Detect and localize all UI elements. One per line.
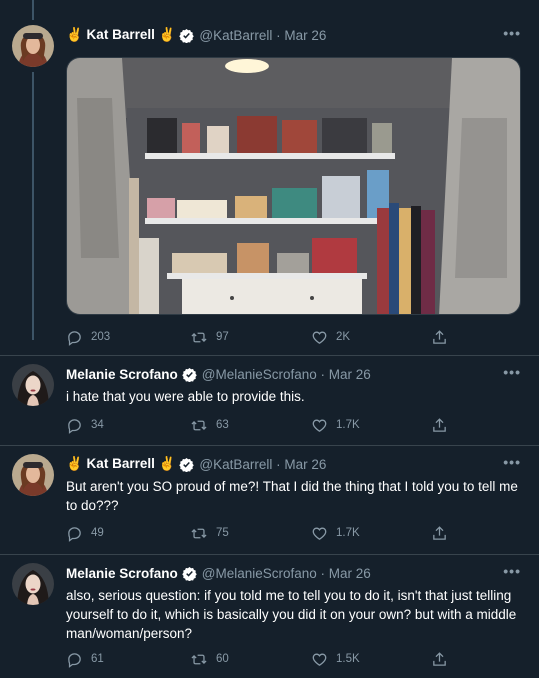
more-options-icon[interactable]: ••• [503, 454, 521, 470]
verified-badge-icon [182, 367, 197, 382]
tweet-actions: 49 75 1.7K [66, 524, 456, 542]
share-icon [433, 329, 446, 344]
share-icon [433, 417, 446, 432]
reply-button[interactable]: 49 [66, 524, 104, 542]
tweet-text: i hate that you were able to provide thi… [66, 389, 305, 404]
reply-icon [68, 652, 81, 668]
avatar[interactable] [12, 364, 54, 406]
avatar[interactable] [12, 25, 54, 67]
closet-photo [67, 58, 520, 314]
reply-icon [68, 330, 81, 346]
tweet-actions: 61 60 1.5K [66, 650, 456, 668]
retweet-icon [191, 654, 207, 664]
like-count: 2K [336, 331, 351, 343]
retweet-count: 75 [216, 527, 229, 539]
retweet-button[interactable]: 97 [190, 328, 229, 346]
reply-count: 49 [91, 527, 104, 539]
handle-and-date[interactable]: @MelanieScrofano · Mar 26 [202, 367, 371, 382]
heart-icon [312, 527, 327, 540]
heart-icon [312, 653, 327, 666]
share-button[interactable] [431, 650, 456, 668]
tweet[interactable]: ✌️ Kat Barrell ✌️ @KatBarrell · Mar 26 •… [0, 0, 539, 355]
display-name[interactable]: ✌️ Kat Barrell ✌️ [66, 27, 175, 43]
tweet-header: Melanie Scrofano @MelanieScrofano · Mar … [66, 364, 521, 384]
reply-count: 203 [91, 331, 111, 343]
reply-button[interactable]: 61 [66, 650, 104, 668]
like-count: 1.7K [336, 419, 360, 431]
handle-and-date[interactable]: @KatBarrell · Mar 26 [199, 28, 326, 43]
reply-icon [68, 526, 81, 542]
like-button[interactable]: 1.5K [311, 650, 360, 668]
avatar[interactable] [12, 563, 54, 605]
display-name[interactable]: ✌️ Kat Barrell ✌️ [66, 456, 175, 472]
handle-and-date[interactable]: @KatBarrell · Mar 26 [199, 457, 326, 472]
share-button[interactable] [431, 416, 456, 434]
heart-icon [312, 331, 327, 344]
retweet-button[interactable]: 63 [190, 416, 229, 434]
like-button[interactable]: 1.7K [311, 416, 360, 434]
like-count: 1.5K [336, 653, 360, 665]
reply-count: 61 [91, 653, 104, 665]
retweet-button[interactable]: 75 [190, 524, 229, 542]
retweet-count: 60 [216, 653, 229, 665]
tweet-text: also, serious question: if you told me t… [66, 588, 517, 641]
display-name[interactable]: Melanie Scrofano [66, 367, 178, 382]
retweet-count: 63 [216, 419, 229, 431]
handle-and-date[interactable]: @MelanieScrofano · Mar 26 [202, 566, 371, 581]
more-options-icon[interactable]: ••• [503, 364, 521, 380]
reply-icon [68, 418, 81, 434]
tweet-actions: 203 97 2K [66, 328, 456, 346]
tweet-media-image[interactable] [66, 57, 521, 315]
retweet-icon [191, 420, 207, 430]
tweet-header: ✌️ Kat Barrell ✌️ @KatBarrell · Mar 26 •… [66, 25, 521, 45]
tweet-text: But aren't you SO proud of me?! That I d… [66, 479, 518, 513]
verified-badge-icon [179, 457, 195, 472]
like-count: 1.7K [336, 527, 360, 539]
like-button[interactable]: 2K [311, 328, 350, 346]
tweet-header: ✌️ Kat Barrell ✌️ @KatBarrell · Mar 26 •… [66, 454, 521, 474]
share-button[interactable] [431, 524, 456, 542]
like-button[interactable]: 1.7K [311, 524, 360, 542]
more-options-icon[interactable]: ••• [503, 563, 521, 579]
verified-badge-icon [179, 28, 195, 43]
heart-icon [312, 419, 327, 432]
tweet[interactable]: ✌️ Kat Barrell ✌️ @KatBarrell · Mar 26 •… [0, 446, 539, 554]
share-icon [433, 525, 446, 540]
reply-count: 34 [91, 419, 104, 431]
retweet-icon [191, 332, 207, 342]
retweet-button[interactable]: 60 [190, 650, 229, 668]
tweet[interactable]: Melanie Scrofano @MelanieScrofano · Mar … [0, 356, 539, 445]
avatar[interactable] [12, 454, 54, 496]
retweet-count: 97 [216, 331, 229, 343]
display-name[interactable]: Melanie Scrofano [66, 566, 178, 581]
reply-button[interactable]: 203 [66, 328, 110, 346]
verified-badge-icon [182, 566, 197, 581]
reply-button[interactable]: 34 [66, 416, 104, 434]
tweet-actions: 34 63 1.7K [66, 416, 456, 434]
share-button[interactable] [431, 328, 456, 346]
retweet-icon [191, 528, 207, 538]
more-options-icon[interactable]: ••• [503, 25, 521, 41]
tweet-header: Melanie Scrofano @MelanieScrofano · Mar … [66, 563, 521, 583]
tweet[interactable]: Melanie Scrofano @MelanieScrofano · Mar … [0, 555, 539, 678]
share-icon [433, 651, 446, 666]
